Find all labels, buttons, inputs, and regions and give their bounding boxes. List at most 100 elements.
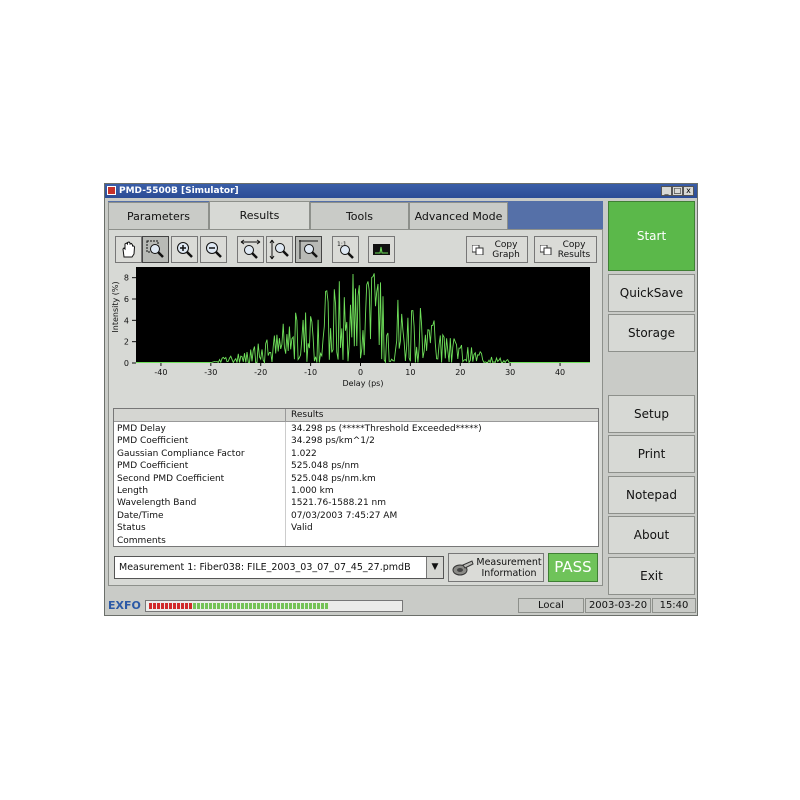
setup-button[interactable]: Setup <box>608 395 695 433</box>
table-row[interactable]: PMD Coefficient 525.048 ps/nm <box>114 460 598 472</box>
progress-segment <box>301 603 304 609</box>
maximize-button[interactable]: □ <box>672 186 683 196</box>
table-row[interactable]: PMD Delay 34.298 ps (*****Threshold Excee… <box>114 423 598 435</box>
minimize-button[interactable]: _ <box>661 186 672 196</box>
table-row[interactable]: Date/Time 07/03/2003 7:45:27 AM <box>114 510 598 522</box>
progress-segment <box>261 603 264 609</box>
chevron-down-icon[interactable]: ▼ <box>426 557 443 578</box>
result-value: 07/03/2003 7:45:27 AM <box>291 510 398 521</box>
y-tick-label: 4 <box>124 316 129 325</box>
plot-area <box>136 267 590 363</box>
progress-segment <box>181 603 184 609</box>
result-key: Comments <box>117 535 166 546</box>
x-tick-label: 20 <box>455 368 465 377</box>
progress-segment <box>149 603 152 609</box>
pmd-chart[interactable]: 0 2 4 6 8 -40 -30 -20 -10 0 10 20 30 40 Delay (ps) Inte… <box>110 267 601 402</box>
progress-segment <box>253 603 256 609</box>
x-tick-label: -20 <box>254 368 267 377</box>
progress-segment <box>305 603 308 609</box>
hand-icon[interactable] <box>115 236 142 263</box>
start-button[interactable]: Start <box>608 201 695 271</box>
zoom-in-icon[interactable] <box>171 236 198 263</box>
progress-segment <box>285 603 288 609</box>
progress-segment <box>197 603 200 609</box>
copy-graph-button[interactable]: Copy Graph <box>466 236 528 263</box>
title-bar[interactable]: PMD-5500B [Simulator] _ □ x <box>105 184 697 198</box>
tab-parameters[interactable]: Parameters <box>108 202 209 229</box>
result-key: Date/Time <box>117 510 164 521</box>
result-value: Valid <box>291 523 313 534</box>
progress-segment <box>165 603 168 609</box>
x-tick-label: -10 <box>304 368 317 377</box>
progress-bar <box>145 600 403 612</box>
progress-segment <box>225 603 228 609</box>
measurement-information-label: Measurement Information <box>476 557 542 579</box>
notepad-button[interactable]: Notepad <box>608 476 695 514</box>
fit-horizontal-icon[interactable] <box>237 236 264 263</box>
table-row[interactable]: Length 1.000 km <box>114 485 598 497</box>
results-table: Results PMD Delay 34.298 ps (*****Thresho… <box>113 408 599 547</box>
app-window: PMD-5500B [Simulator] _ □ x Parameters R… <box>104 183 698 616</box>
zoom-area-icon[interactable] <box>142 236 169 263</box>
progress-segment <box>269 603 272 609</box>
zoom-out-icon[interactable] <box>200 236 227 263</box>
fit-all-icon[interactable] <box>295 236 322 263</box>
result-value: 1.022 <box>291 448 317 459</box>
about-button[interactable]: About <box>608 516 695 554</box>
y-tick-label: 6 <box>124 295 129 304</box>
graph-view-icon[interactable] <box>368 236 395 263</box>
x-tick-label: 0 <box>358 368 363 377</box>
table-row[interactable]: Wavelength Band 1521.76-1588.21 nm <box>114 497 598 509</box>
close-button[interactable]: x <box>683 186 694 196</box>
result-value: 525.048 ps/nm.km <box>291 473 376 484</box>
fiber-reel-icon <box>452 560 474 576</box>
fit-vertical-icon[interactable] <box>266 236 293 263</box>
progress-segment <box>213 603 216 609</box>
table-row[interactable]: Second PMD Coefficient 525.048 ps/nm.km <box>114 473 598 485</box>
copy-results-button[interactable]: Copy Results <box>534 236 597 263</box>
result-value: 525.048 ps/nm <box>291 461 359 472</box>
result-value: 1521.76-1588.21 nm <box>291 498 387 509</box>
status-bar: EXFO Local 2003-03-20 15:40 <box>105 597 697 615</box>
storage-button[interactable]: Storage <box>608 314 695 352</box>
tab-results[interactable]: Results <box>209 201 310 230</box>
progress-segment <box>229 603 232 609</box>
progress-segment <box>325 603 328 609</box>
result-key: Length <box>117 486 149 496</box>
exit-button[interactable]: Exit <box>608 557 695 595</box>
progress-segment <box>201 603 204 609</box>
results-header: Results <box>114 409 598 422</box>
x-tick-label: -40 <box>154 368 167 377</box>
y-tick-label: 2 <box>124 338 129 347</box>
progress-segment <box>161 603 164 609</box>
progress-segment <box>289 603 292 609</box>
quicksave-button[interactable]: QuickSave <box>608 274 695 312</box>
progress-segment <box>317 603 320 609</box>
table-row[interactable]: PMD Coefficient 34.298 ps/km^1/2 <box>114 435 598 447</box>
y-tick-label: 0 <box>124 359 129 368</box>
results-panel: 1:1 Copy Graph Copy Results 0 2 4 6 8 -40 -30 -20… <box>108 229 603 586</box>
result-value: 34.298 ps/km^1/2 <box>291 436 375 447</box>
table-row[interactable]: Gaussian Compliance Factor 1.022 <box>114 448 598 460</box>
x-tick-label: -30 <box>204 368 217 377</box>
table-row[interactable]: Status Valid <box>114 522 598 534</box>
zoom-reset-icon[interactable]: 1:1 <box>332 236 359 263</box>
progress-segment <box>249 603 252 609</box>
measurement-information-button[interactable]: Measurement Information <box>448 553 544 582</box>
y-axis-label: Intensity (%) <box>111 281 120 332</box>
x-axis-label: Delay (ps) <box>343 379 384 388</box>
progress-segment <box>257 603 260 609</box>
result-key: PMD Delay <box>117 424 166 434</box>
print-button[interactable]: Print <box>608 435 695 473</box>
result-value: 1.000 km <box>291 486 334 496</box>
results-header-label: Results <box>291 410 324 420</box>
measurement-select-value: Measurement 1: Fiber038: FILE_2003_03_07… <box>119 562 411 573</box>
measurement-select[interactable]: Measurement 1: Fiber038: FILE_2003_03_07… <box>114 556 444 579</box>
app-icon <box>107 186 116 195</box>
progress-segment <box>321 603 324 609</box>
tab-advanced-mode[interactable]: Advanced Mode <box>409 202 508 229</box>
tab-tools[interactable]: Tools <box>310 202 409 229</box>
progress-segment <box>217 603 220 609</box>
table-row[interactable]: Comments <box>114 535 598 547</box>
result-key: PMD Coefficient <box>117 461 189 472</box>
